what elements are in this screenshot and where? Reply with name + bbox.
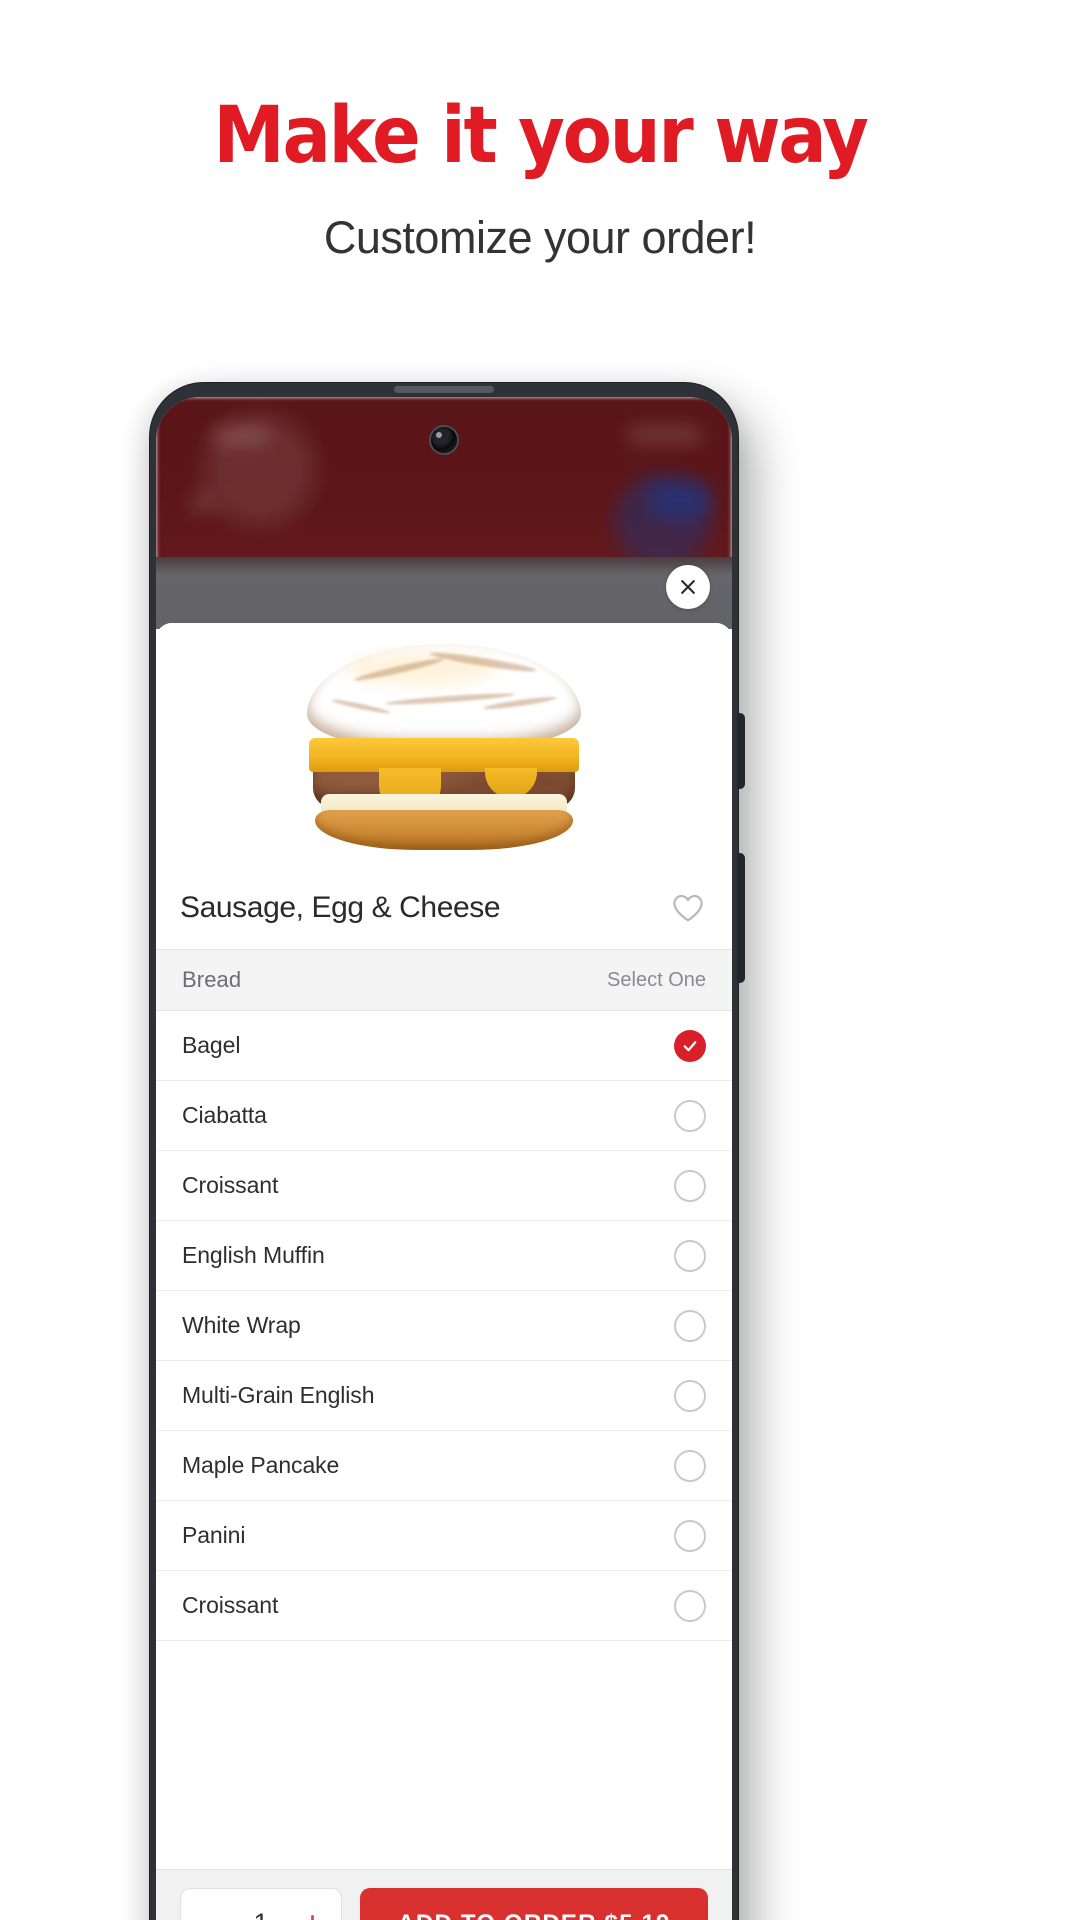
option-label: White Wrap	[182, 1312, 301, 1338]
modal-scrim[interactable]	[156, 557, 732, 629]
option-group-name: Bread	[182, 967, 242, 992]
decrement-quantity-button[interactable]: −	[199, 1905, 220, 1920]
option-label: Bagel	[182, 1032, 241, 1058]
option-row[interactable]: Panini	[156, 1501, 732, 1571]
app-background-blurred	[156, 397, 732, 569]
app-menu-icon-blur	[190, 491, 216, 513]
option-row[interactable]: Croissant	[156, 1571, 732, 1641]
power-button[interactable]	[737, 713, 745, 789]
phone-device-mockup: Sausage, Egg & Cheese Bread Select One B…	[150, 383, 745, 1920]
option-row[interactable]: English Muffin	[156, 1221, 732, 1291]
option-row[interactable]: Maple Pancake	[156, 1431, 732, 1501]
option-label: Multi-Grain English	[182, 1382, 375, 1408]
radio-unchecked-icon[interactable]	[674, 1239, 706, 1272]
option-label: English Muffin	[182, 1242, 325, 1268]
option-group-rule: Select One	[607, 968, 706, 991]
close-icon[interactable]	[666, 565, 710, 609]
increment-quantity-button[interactable]: +	[302, 1905, 323, 1920]
product-customization-sheet: Sausage, Egg & Cheese Bread Select One B…	[156, 623, 732, 1920]
croissant-sandwich-illustration	[301, 642, 587, 850]
radio-unchecked-icon[interactable]	[674, 1519, 706, 1552]
status-bar-clock-blur	[212, 427, 270, 444]
radio-unchecked-icon[interactable]	[674, 1099, 706, 1132]
option-row[interactable]: Croissant	[156, 1151, 732, 1221]
option-label: Croissant	[182, 1592, 279, 1618]
cheese-slice	[309, 738, 579, 816]
add-to-order-button[interactable]: ADD TO ORDER $5.19	[360, 1887, 708, 1920]
option-row[interactable]: Ciabatta	[156, 1081, 732, 1151]
radio-unchecked-icon[interactable]	[674, 1449, 706, 1482]
volume-button[interactable]	[737, 853, 745, 983]
promo-subheadline: Customize your order!	[323, 211, 757, 263]
heart-outline-icon[interactable]	[668, 888, 708, 928]
option-group-header: Bread Select One	[156, 949, 732, 1011]
option-label: Maple Pancake	[182, 1452, 340, 1478]
page-title: Sausage, Egg & Cheese	[180, 891, 501, 924]
front-camera-punch-hole	[431, 427, 457, 453]
radio-unchecked-icon[interactable]	[674, 1589, 706, 1622]
sheet-action-bar: − 1 + ADD TO ORDER $5.19	[156, 1869, 732, 1920]
option-label: Panini	[182, 1522, 246, 1548]
radio-checked-icon[interactable]	[674, 1029, 706, 1062]
croissant-bottom-half	[315, 810, 573, 850]
option-row[interactable]: White Wrap	[156, 1291, 732, 1361]
option-row[interactable]: Bagel	[156, 1011, 732, 1081]
quantity-value: 1	[253, 1908, 268, 1920]
earpiece-speaker	[394, 386, 494, 393]
radio-unchecked-icon[interactable]	[674, 1169, 706, 1202]
option-label: Croissant	[182, 1172, 279, 1198]
phone-screen: Sausage, Egg & Cheese Bread Select One B…	[156, 397, 732, 1920]
option-label: Ciabatta	[182, 1102, 267, 1128]
radio-unchecked-icon[interactable]	[674, 1379, 706, 1412]
promo-screenshot: Make it your way Customize your order! S…	[0, 0, 1080, 1920]
option-row[interactable]: Multi-Grain English	[156, 1361, 732, 1431]
promo-header: Make it your way Customize your order!	[0, 0, 1080, 264]
status-bar-icons-blur	[628, 427, 702, 443]
quantity-stepper[interactable]: − 1 +	[180, 1887, 342, 1920]
product-hero-image	[156, 623, 732, 867]
promo-headline: Make it your way	[213, 91, 869, 181]
bread-option-list: Bagel Ciabatta Croissant English Muffin Whit…	[156, 1011, 732, 1641]
radio-unchecked-icon[interactable]	[674, 1309, 706, 1342]
product-title-row: Sausage, Egg & Cheese	[156, 867, 732, 949]
app-card-blur	[650, 483, 710, 517]
